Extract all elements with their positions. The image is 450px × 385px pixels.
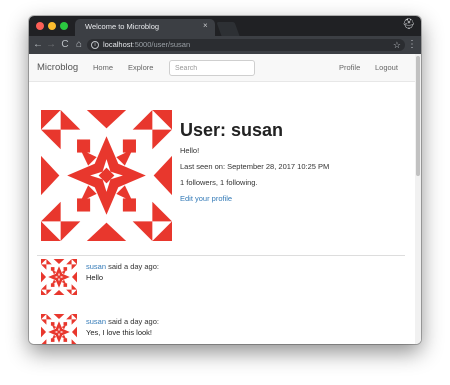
home-icon[interactable]: ⌂: [73, 37, 85, 53]
nav-link-profile[interactable]: Profile: [339, 63, 360, 72]
browser-window: Welcome to Microblog × ⛑ ← → C ⌂ i local…: [29, 16, 421, 344]
brand-logo[interactable]: Microblog: [37, 62, 78, 73]
post-header: susan said a day ago:: [86, 262, 159, 271]
close-window-button[interactable]: [36, 22, 44, 30]
browser-toolbar: ← → C ⌂ i localhost:5000/user/susan ☆ ⋮: [29, 36, 421, 54]
browser-tab[interactable]: Welcome to Microblog ×: [75, 19, 215, 36]
search-input[interactable]: [169, 60, 255, 76]
new-tab-button[interactable]: [216, 22, 240, 36]
post-avatar: [41, 259, 77, 295]
post-body: Yes, I love this look!: [86, 328, 153, 337]
site-navbar: Microblog Home Explore Profile Logout: [29, 54, 415, 82]
url-host: localhost: [103, 40, 133, 49]
post-body: Hello: [86, 273, 104, 282]
last-seen-text: Last seen on: September 28, 2017 10:25 P…: [180, 162, 330, 171]
info-icon[interactable]: i: [91, 41, 99, 49]
profile-avatar: [41, 110, 172, 241]
scrollbar-thumb[interactable]: [416, 56, 420, 176]
post-author-link[interactable]: susan: [86, 317, 106, 326]
address-bar[interactable]: i localhost:5000/user/susan ☆: [87, 39, 405, 51]
close-tab-icon[interactable]: ×: [203, 21, 208, 31]
browser-menu-icon[interactable]: ⋮: [407, 38, 417, 52]
back-arrow-icon[interactable]: ←: [32, 37, 44, 53]
url-path: :5000/user/susan: [132, 40, 191, 49]
divider: [37, 255, 405, 256]
tab-title: Welcome to Microblog: [85, 22, 160, 31]
post-avatar: [41, 314, 77, 344]
forward-arrow-icon[interactable]: →: [45, 37, 57, 53]
maximize-window-button[interactable]: [60, 22, 68, 30]
edit-profile-link[interactable]: Edit your profile: [180, 194, 232, 203]
bookmark-star-icon[interactable]: ☆: [393, 39, 401, 51]
post-author-link[interactable]: susan: [86, 262, 106, 271]
follow-stats: 1 followers, 1 following.: [180, 178, 258, 187]
about-me-text: Hello!: [180, 146, 200, 155]
post-header: susan said a day ago:: [86, 317, 159, 326]
nav-link-home[interactable]: Home: [93, 63, 113, 72]
page-viewport: Microblog Home Explore Profile Logout Us…: [29, 54, 421, 344]
page-scrollbar[interactable]: [415, 54, 421, 344]
reload-icon[interactable]: C: [59, 37, 71, 53]
url-text: localhost:5000/user/susan: [103, 40, 190, 50]
nav-link-explore[interactable]: Explore: [128, 63, 153, 72]
post-meta: said a day ago:: [106, 317, 159, 326]
minimize-window-button[interactable]: [48, 22, 56, 30]
page-title: User: susan: [180, 120, 284, 140]
nav-link-logout[interactable]: Logout: [375, 63, 398, 72]
post-meta: said a day ago:: [106, 262, 159, 271]
incognito-icon: ⛑: [402, 19, 415, 30]
tab-strip: Welcome to Microblog × ⛑: [29, 16, 421, 36]
